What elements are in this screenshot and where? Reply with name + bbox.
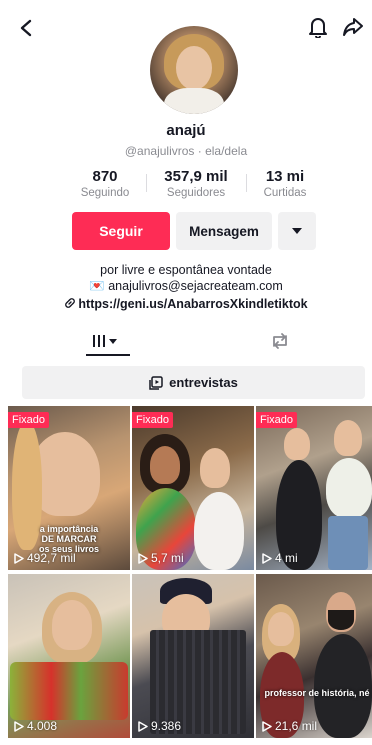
play-icon [14,552,24,564]
bio-link-text: https://geni.us/AnabarrosXkindletiktok [78,297,308,311]
stat-following[interactable]: 870 Seguindo [70,168,140,199]
bio-line: por livre e espontânea vontade [100,263,272,277]
avatar-face [176,46,212,90]
video-views-count: 5,7 mi [151,551,184,565]
tab-active-underline [86,354,130,356]
video-views-count: 4.008 [27,719,58,733]
notifications-button[interactable] [305,14,331,40]
video-tile[interactable]: 4.008 [8,574,130,738]
link-icon [65,298,76,308]
chevron-left-icon [20,19,32,37]
video-tile[interactable]: 9.386 [132,574,254,738]
video-views-count: 492,7 mil [27,551,76,565]
bio-link[interactable]: https://geni.us/AnabarrosXkindletiktok [0,297,372,311]
person-body [314,634,372,738]
video-views: 4 mi [262,551,298,565]
follow-button[interactable]: Seguir [72,212,170,250]
stat-followers[interactable]: 357,9 mil Seguidores [152,168,240,199]
stat-divider [146,174,147,192]
pinned-badge: Fixado [256,412,298,428]
profile-stats: 870 Seguindo 357,9 mil Seguidores 13 mi … [0,168,372,202]
play-icon [138,720,148,732]
share-button[interactable] [340,14,366,40]
video-views: 21,6 mil [262,719,317,733]
video-views: 5,7 mi [138,551,184,565]
person-body [326,458,372,518]
person-legs [328,516,368,570]
snack-bags [10,662,128,720]
person-face [334,420,362,456]
profile-tabs [0,322,372,358]
share-arrow-icon [343,18,363,36]
person-face [284,428,310,460]
tab-videos[interactable] [80,328,130,354]
profile-name: anajú [166,122,206,139]
video-caption: a importância DE MARCAR os seus livros [38,524,100,554]
video-grid: a importância DE MARCAR os seus livros Fix… [8,406,372,745]
play-icon [262,720,272,732]
pinned-badge: Fixado [132,412,174,428]
caret-down-icon [292,228,302,234]
play-icon [14,720,24,732]
playlist-icon [149,375,163,390]
play-icon [262,552,272,564]
tab-reposts[interactable] [265,328,295,354]
play-icon [138,552,148,564]
following-count: 870 [92,168,118,185]
stat-likes[interactable]: 13 mi Curtidas [252,168,318,199]
pinned-badge: Fixado [8,412,50,428]
person-face [150,446,180,484]
stat-divider [246,174,247,192]
video-tile[interactable]: Fixado 5,7 mi [132,406,254,570]
avatar[interactable] [150,26,238,114]
followers-label: Seguidores [166,187,226,199]
profile-handle: @anajulivros · ela/dela [124,144,248,158]
video-views: 492,7 mil [14,551,76,565]
playlist-entrevistas[interactable]: entrevistas [22,366,365,399]
video-views-count: 4 mi [275,551,298,565]
person-face [268,612,294,646]
avatar-body [164,88,224,114]
video-views-count: 21,6 mil [275,719,318,733]
video-caption: professor de história, né [264,688,370,698]
bell-icon [309,18,327,38]
video-tile[interactable]: Fixado 4 mi [256,406,372,570]
person-hair [328,610,354,630]
message-button[interactable]: Mensagem [176,212,272,250]
likes-label: Curtidas [263,187,307,199]
video-tile[interactable]: professor de história, né 21,6 mil [256,574,372,738]
person-body [194,492,244,570]
repost-icon [273,333,287,349]
followers-count: 357,9 mil [164,168,228,185]
back-button[interactable] [14,16,38,40]
person-face [200,448,230,488]
video-views: 9.386 [138,719,181,733]
video-tile[interactable]: a importância DE MARCAR os seus livros Fix… [8,406,130,570]
playlist-label: entrevistas [169,375,238,390]
person-face [52,600,92,650]
bio-email: 💌 anajulivros@sejacreateam.com [89,279,283,293]
video-views: 4.008 [14,719,57,733]
grid-icon [93,335,117,347]
more-options-button[interactable] [278,212,316,250]
video-views-count: 9.386 [151,719,182,733]
likes-count: 13 mi [265,168,305,185]
following-label: Seguindo [80,187,130,199]
